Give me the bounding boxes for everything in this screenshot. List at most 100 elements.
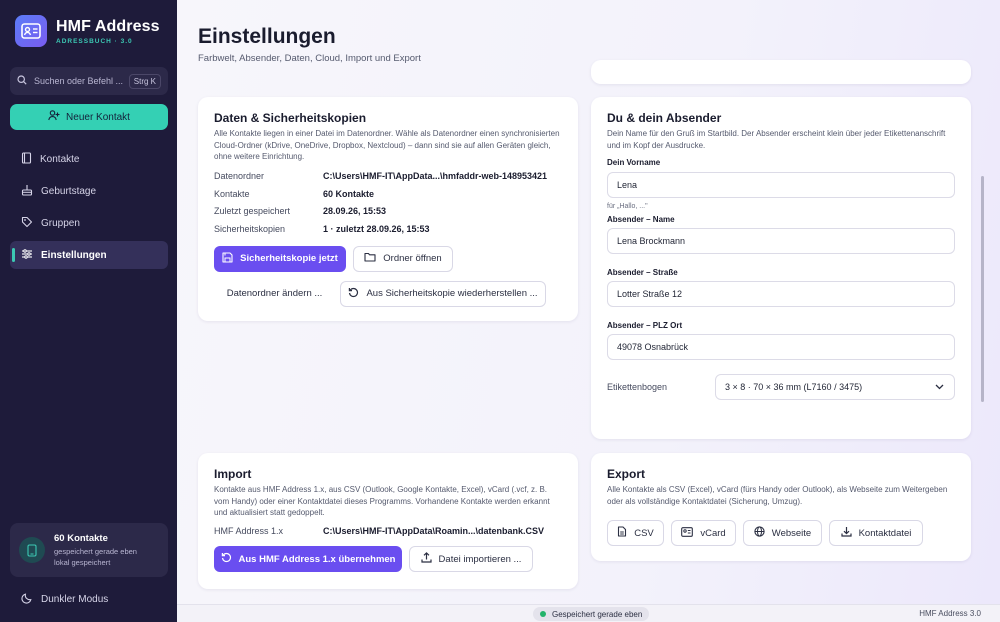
status-bar: Gespeichert gerade eben HMF Address 3.0 (177, 604, 1000, 622)
card-title: Export (607, 467, 646, 481)
card-title: Import (214, 467, 252, 481)
open-folder-button[interactable]: Ordner öffnen (353, 245, 453, 272)
sidebar-item-birthdays[interactable]: Geburtstage (10, 177, 168, 205)
card-title: Daten & Sicherheitskopien (214, 111, 367, 125)
new-contact-label: Neuer Kontakt (66, 111, 130, 123)
restore-icon (348, 287, 366, 301)
sidebar-item-label: Kontakte (40, 153, 80, 165)
sidebar-item-settings[interactable]: Einstellungen (10, 241, 168, 269)
sender-street-field[interactable]: Lotter Straße 12 (607, 281, 955, 307)
label-sheet-select[interactable]: 3 × 8 · 70 × 36 mm (L7160 / 3475) (715, 374, 955, 400)
search-placeholder: Suchen oder Befehl ... (34, 76, 124, 86)
restore-backup-button[interactable]: Aus Sicherheitskopie wiederherstellen ..… (340, 280, 546, 307)
sender-card: Du & dein Absender Dein Name für den Gru… (591, 97, 971, 439)
backup-now-button[interactable]: Sicherheitskopie jetzt (214, 245, 346, 272)
card-description: Kontakte aus HMF Address 1.x, aus CSV (O… (214, 485, 550, 517)
button-label: Webseite (771, 527, 812, 539)
button-label: CSV (634, 527, 654, 539)
app-title: HMF Address (56, 17, 160, 35)
info-key: HMF Address 1.x (214, 526, 284, 537)
export-csv-button[interactable]: CSV (607, 520, 664, 546)
export-vcard-button[interactable]: vCard (671, 520, 736, 546)
page-subtitle: Farbwelt, Absender, Daten, Cloud, Import… (198, 53, 421, 64)
version-label: HMF Address 3.0 (919, 609, 981, 618)
label-sheet-value: 3 × 8 · 70 × 36 mm (L7160 / 3475) (725, 382, 863, 392)
import-legacy-button[interactable]: Aus HMF Address 1.x übernehmen (214, 546, 402, 572)
upload-icon (420, 552, 439, 566)
export-contact-file-button[interactable]: Kontaktdatei (829, 520, 923, 546)
page-title: Einstellungen (198, 25, 336, 48)
contacts-status-card: 60 Kontakte gespeichert gerade eben loka… (10, 523, 168, 577)
sender-name-label: Absender – Name (607, 215, 675, 224)
card-description: Alle Kontakte als CSV (Excel), vCard (fü… (607, 485, 948, 506)
button-label: Aus Sicherheitskopie wiederherstellen ..… (366, 288, 538, 299)
export-website-button[interactable]: Webseite (743, 520, 822, 546)
address-card-icon (15, 15, 47, 47)
save-status-text: Gespeichert gerade eben (552, 609, 643, 619)
info-value: 60 Kontakte (323, 188, 375, 199)
dark-mode-toggle[interactable]: Dunkler Modus (21, 592, 108, 607)
previous-card-bottom (591, 60, 971, 84)
button-label: Sicherheitskopie jetzt (240, 253, 338, 264)
first-name-hint: für „Hallo, ..." (607, 203, 648, 210)
main-content: Einstellungen Farbwelt, Absender, Daten,… (177, 0, 1000, 604)
info-row: Kontakte 60 Kontakte (214, 185, 562, 203)
download-icon (840, 526, 859, 540)
brand: HMF Address ADRESSBUCH · 3.0 (15, 15, 160, 47)
dark-mode-label: Dunkler Modus (41, 594, 109, 605)
info-key: Zuletzt gespeichert (214, 206, 291, 217)
card-description: Dein Name für den Gruß im Startbild. Der… (607, 129, 946, 150)
scrollbar[interactable] (981, 176, 984, 402)
first-name-label: Dein Vorname (607, 158, 661, 167)
chevron-down-icon (935, 382, 944, 392)
card-title: Du & dein Absender (607, 111, 722, 125)
sidebar-item-groups[interactable]: Gruppen (10, 209, 168, 237)
storage-status: lokal gespeichert (54, 557, 111, 567)
sender-city-label: Absender – PLZ Ort (607, 321, 683, 330)
file-icon (617, 526, 634, 540)
book-icon (21, 151, 40, 167)
export-card: Export Alle Kontakte als CSV (Excel), vC… (591, 453, 971, 561)
button-label: vCard (700, 527, 726, 539)
info-value: C:\Users\HMF-IT\AppData\Roamin...\datenb… (323, 526, 545, 537)
new-contact-button[interactable]: Neuer Kontakt (10, 104, 168, 130)
import-file-button[interactable]: Datei importieren ... (409, 546, 533, 572)
sliders-icon (21, 248, 41, 263)
status-dot-icon (540, 611, 546, 617)
change-folder-button[interactable]: Datenordner ändern ... (214, 281, 335, 307)
cake-icon (21, 184, 41, 199)
add-user-icon (48, 110, 66, 124)
info-value: C:\Users\HMF-IT\AppData...\hmfaddr-web-1… (323, 171, 548, 182)
info-key: Datenordner (214, 171, 265, 182)
button-label: Ordner öffnen (383, 253, 442, 264)
app-subtitle: ADRESSBUCH · 3.0 (56, 37, 133, 45)
info-row: Sicherheitskopien 1 · zuletzt 28.09.26, 1… (214, 220, 562, 238)
sender-name-field[interactable]: Lena Brockmann (607, 228, 955, 254)
label-sheet-label: Etikettenbogen (607, 382, 668, 392)
search-input[interactable]: Suchen oder Befehl ... Strg K (10, 67, 168, 95)
info-row: Zuletzt gespeichert 28.09.26, 15:53 (214, 203, 562, 221)
search-shortcut: Strg K (128, 73, 161, 89)
save-icon (222, 251, 240, 266)
sidebar-item-contacts[interactable]: Kontakte (10, 145, 168, 173)
card-description: Alle Kontakte liegen in einer Datei im D… (214, 129, 560, 161)
info-value: 28.09.26, 15:53 (323, 206, 387, 217)
sidebar: HMF Address ADRESSBUCH · 3.0 Suchen oder… (0, 0, 177, 622)
info-value: 1 · zuletzt 28.09.26, 15:53 (323, 223, 430, 234)
restore-icon (221, 552, 239, 566)
saved-status: gespeichert gerade eben (54, 546, 137, 556)
sender-city-field[interactable]: 49078 Osnabrück (607, 334, 955, 360)
button-label: Aus HMF Address 1.x übernehmen (238, 553, 396, 565)
search-icon (17, 72, 27, 90)
button-label: Kontaktdatei (858, 527, 912, 539)
first-name-field[interactable]: Lena (607, 172, 955, 198)
sidebar-item-label: Gruppen (41, 217, 80, 229)
sidebar-nav: Kontakte Geburtstage Gruppen Einstellung… (10, 145, 168, 273)
contact-card-icon (681, 526, 700, 540)
data-backup-card: Daten & Sicherheitskopien Alle Kontakte … (198, 97, 578, 321)
button-label: Datenordner ändern ... (226, 288, 323, 299)
folder-icon (364, 252, 383, 265)
button-label: Datei importieren ... (438, 553, 522, 565)
info-key: Kontakte (214, 188, 250, 199)
info-row: HMF Address 1.x C:\Users\HMF-IT\AppData\R… (214, 523, 562, 541)
